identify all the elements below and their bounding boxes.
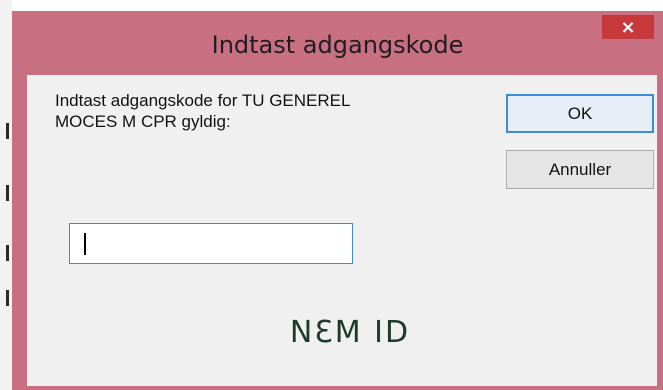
prompt-text: Indtast adgangskode for TU GENEREL MOCES… xyxy=(55,90,455,132)
cancel-button[interactable]: Annuller xyxy=(506,150,654,189)
background-window-edge xyxy=(0,0,12,390)
ok-button[interactable]: OK xyxy=(506,94,654,133)
prompt-line-1: Indtast adgangskode for TU GENEREL xyxy=(55,91,351,110)
prompt-line-2: MOCES M CPR gyldig: xyxy=(55,112,231,131)
window-title: Indtast adgangskode xyxy=(211,31,464,59)
background-text-fragment xyxy=(6,290,9,306)
close-icon: × xyxy=(620,16,636,38)
text-caret xyxy=(84,233,86,255)
password-dialog: Indtast adgangskode × Indtast adgangskod… xyxy=(12,11,663,390)
title-bar[interactable]: Indtast adgangskode × xyxy=(12,11,663,75)
close-button[interactable]: × xyxy=(602,15,654,39)
background-text-fragment xyxy=(6,185,9,201)
dialog-body: Indtast adgangskode for TU GENEREL MOCES… xyxy=(27,75,657,386)
background-text-fragment xyxy=(6,123,9,139)
background-text-fragment xyxy=(6,245,9,261)
nemid-logo: NƐM ID xyxy=(289,315,411,350)
password-input[interactable] xyxy=(69,223,353,264)
